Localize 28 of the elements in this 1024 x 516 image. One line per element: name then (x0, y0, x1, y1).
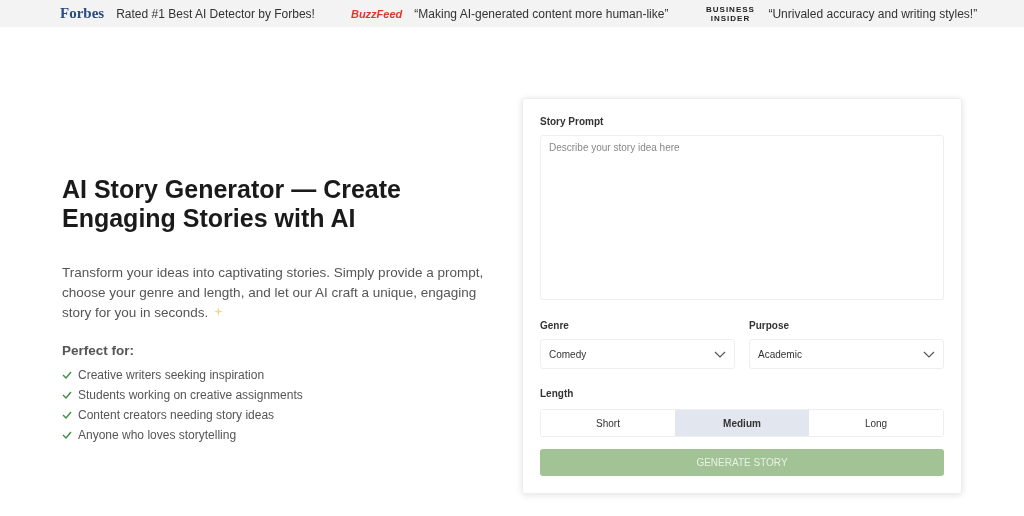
field-label: Purpose (749, 320, 790, 332)
press-quote: “Making AI-generated content more human-like” (414, 6, 669, 21)
benefit-text: Students working on creative assignments (78, 388, 303, 402)
check-icon (62, 391, 72, 399)
sparkle-icon (212, 307, 224, 318)
press-logo: BUSINESS INSIDER (705, 4, 756, 23)
benefit-text: Content creators needing story ideas (78, 408, 275, 422)
story-prompt-field[interactable]: Describe your story idea here (540, 135, 944, 301)
perfect-for-heading: Perfect for: (62, 343, 135, 358)
press-quote: Rated #1 Best AI Detector by Forbes! (116, 6, 315, 21)
chevron-down-icon (714, 350, 726, 358)
page-title: AI Story Generator — Create Engaging Stories with AI (62, 175, 402, 233)
check-icon (62, 371, 72, 379)
field-label: Story Prompt (540, 116, 605, 127)
chevron-down-icon (923, 350, 935, 358)
benefit-text: Anyone who loves storytelling (78, 428, 237, 442)
dropdown[interactable]: Comedy (540, 339, 735, 370)
description: Transform your ideas into captivating stories. Simply provide a prompt, choose your genre and length, and let our AI craft a unique, engaging story for you in seconds. (62, 264, 485, 322)
press-logo: BuzzFeed (350, 7, 403, 20)
length-option[interactable]: Medium (675, 410, 809, 437)
field-label: Genre (540, 320, 570, 332)
check-icon (62, 431, 72, 439)
press-logo: Forbes (60, 5, 105, 22)
dropdown[interactable]: Academic (749, 339, 944, 370)
field-label: Length (540, 388, 574, 400)
benefit-text: Creative writers seeking inspiration (78, 368, 265, 382)
press-quote: “Unrivaled accuracy and writing styles!” (768, 6, 978, 21)
check-icon (62, 411, 72, 419)
